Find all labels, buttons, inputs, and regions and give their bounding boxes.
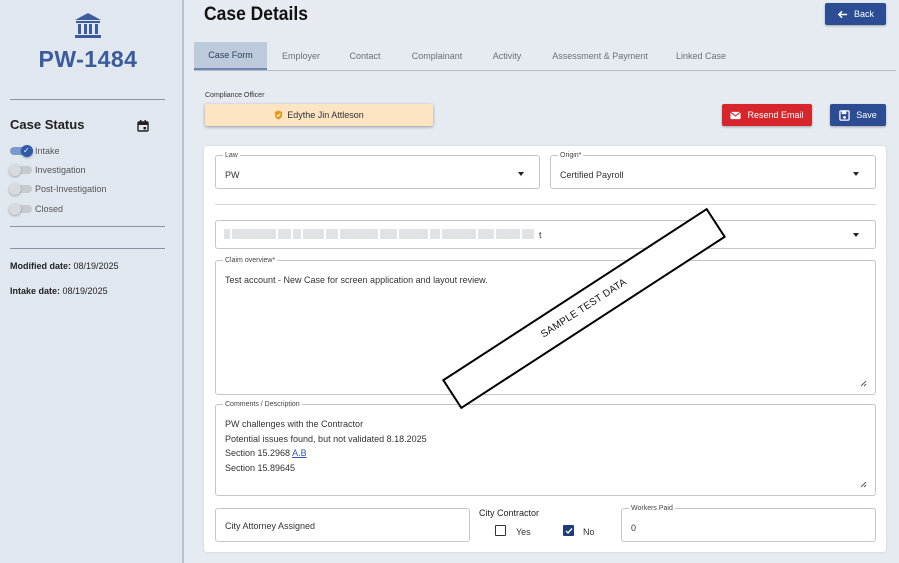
arrow-left-icon — [837, 10, 848, 18]
chevron-down-icon — [518, 172, 524, 176]
tab-bar: Case Form Employer Contact Complainant A… — [194, 42, 896, 71]
status-label: Post-Investigation — [35, 184, 107, 194]
checkmark-icon — [565, 528, 573, 535]
chevron-down-icon — [853, 172, 859, 176]
back-button[interactable]: Back — [825, 3, 886, 25]
status-investigation[interactable]: Investigation — [9, 163, 86, 177]
redacted-suffix: t — [539, 230, 542, 240]
modified-date-label: Modified date: — [10, 261, 71, 271]
tab-complainant[interactable]: Complainant — [402, 42, 472, 70]
resend-email-label: Resend Email — [747, 110, 804, 120]
modified-date-value: 08/19/2025 — [73, 261, 119, 271]
city-contractor-label: City Contractor — [479, 508, 540, 518]
tab-activity[interactable]: Activity — [484, 42, 530, 70]
workers-paid-value: 0 — [631, 523, 637, 533]
comments-line: Section 15.89645 — [225, 462, 296, 473]
tab-employer[interactable]: Employer — [272, 42, 330, 70]
sidebar-divider — [10, 99, 165, 100]
bank-icon — [75, 13, 101, 38]
sidebar-divider — [10, 248, 165, 249]
post-investigation-toggle[interactable] — [9, 183, 32, 195]
page-title: Case Details — [204, 4, 308, 25]
chevron-down-icon — [853, 233, 859, 237]
status-label: Closed — [35, 204, 64, 214]
case-id: PW-1484 — [38, 46, 138, 72]
compliance-officer-name: Edythe Jin Attleson — [287, 110, 364, 120]
save-label: Save — [856, 110, 877, 120]
resize-grip-icon[interactable] — [860, 481, 867, 488]
shield-icon — [275, 110, 283, 120]
comments-link[interactable]: A.B — [292, 448, 307, 458]
tab-linked-case[interactable]: Linked Case — [668, 42, 734, 70]
checkmark-icon: ✓ — [23, 146, 30, 155]
origin-value: Certified Payroll — [560, 170, 624, 180]
status-intake[interactable]: ✓ Intake — [10, 144, 60, 158]
yes-label: Yes — [516, 527, 531, 537]
form-divider — [215, 204, 876, 205]
city-contractor-no-checkbox[interactable] — [563, 525, 574, 536]
no-label: No — [583, 527, 595, 537]
tab-contact[interactable]: Contact — [340, 42, 390, 70]
tab-case-form[interactable]: Case Form — [194, 42, 267, 70]
law-value: PW — [225, 170, 240, 180]
status-post-investigation[interactable]: Post-Investigation — [9, 182, 107, 196]
intake-date: Intake date: 08/19/2025 — [10, 286, 108, 296]
save-icon — [839, 109, 850, 121]
investigation-toggle[interactable] — [9, 164, 32, 176]
claim-overview-value: Test account - New Case for screen appli… — [225, 275, 488, 285]
compliance-officer-label: Compliance Officer — [205, 92, 265, 99]
status-closed[interactable]: Closed — [9, 202, 64, 216]
comments-line-text: Section 15.2968 — [225, 448, 293, 458]
workers-paid-input[interactable]: Workers Paid 0 — [621, 504, 876, 542]
city-attorney-label: City Attorney Assigned — [225, 521, 316, 531]
back-label: Back — [853, 9, 874, 19]
status-label: Investigation — [35, 165, 86, 175]
city-attorney-field[interactable]: City Attorney Assigned — [215, 508, 470, 542]
law-select[interactable]: Law PW — [215, 151, 540, 189]
intake-date-label: Intake date: — [10, 286, 61, 296]
mail-icon — [730, 111, 742, 119]
comments-label: Comments / Description — [223, 400, 302, 409]
comments-textarea[interactable]: Comments / Description PW challenges wit… — [215, 400, 876, 496]
origin-label: Origin* — [558, 151, 584, 160]
resend-email-button[interactable]: Resend Email — [722, 104, 812, 126]
compliance-officer-chip[interactable]: Edythe Jin Attleson — [205, 104, 433, 126]
sidebar-divider — [10, 226, 165, 227]
calendar-icon[interactable] — [137, 120, 149, 132]
sidebar: PW-1484 Case Status ✓ Intake Investigati… — [0, 0, 184, 563]
status-label: Intake — [35, 146, 60, 156]
comments-line: Potential issues found, but not validate… — [225, 433, 427, 444]
closed-toggle[interactable] — [9, 203, 32, 215]
case-status-title: Case Status — [10, 117, 85, 132]
tab-assessment-payment[interactable]: Assessment & Payment — [544, 42, 656, 70]
save-button[interactable]: Save — [830, 104, 886, 126]
comments-line: Section 15.2968 A.B — [225, 446, 427, 461]
origin-select[interactable]: Origin* Certified Payroll — [550, 151, 876, 189]
resize-grip-icon[interactable] — [860, 380, 867, 387]
intake-toggle[interactable]: ✓ — [10, 145, 33, 157]
law-label: Law — [223, 151, 240, 160]
comments-text: PW challenges with the Contractor Potent… — [225, 417, 427, 475]
city-contractor-yes-checkbox[interactable] — [495, 525, 506, 536]
workers-paid-label: Workers Paid — [629, 504, 675, 513]
comments-line: PW challenges with the Contractor — [225, 419, 364, 429]
redacted-text — [224, 229, 534, 239]
claim-overview-label: Claim overview* — [223, 256, 278, 265]
modified-date: Modified date: 08/19/2025 — [10, 261, 119, 271]
intake-date-value: 08/19/2025 — [62, 286, 108, 296]
